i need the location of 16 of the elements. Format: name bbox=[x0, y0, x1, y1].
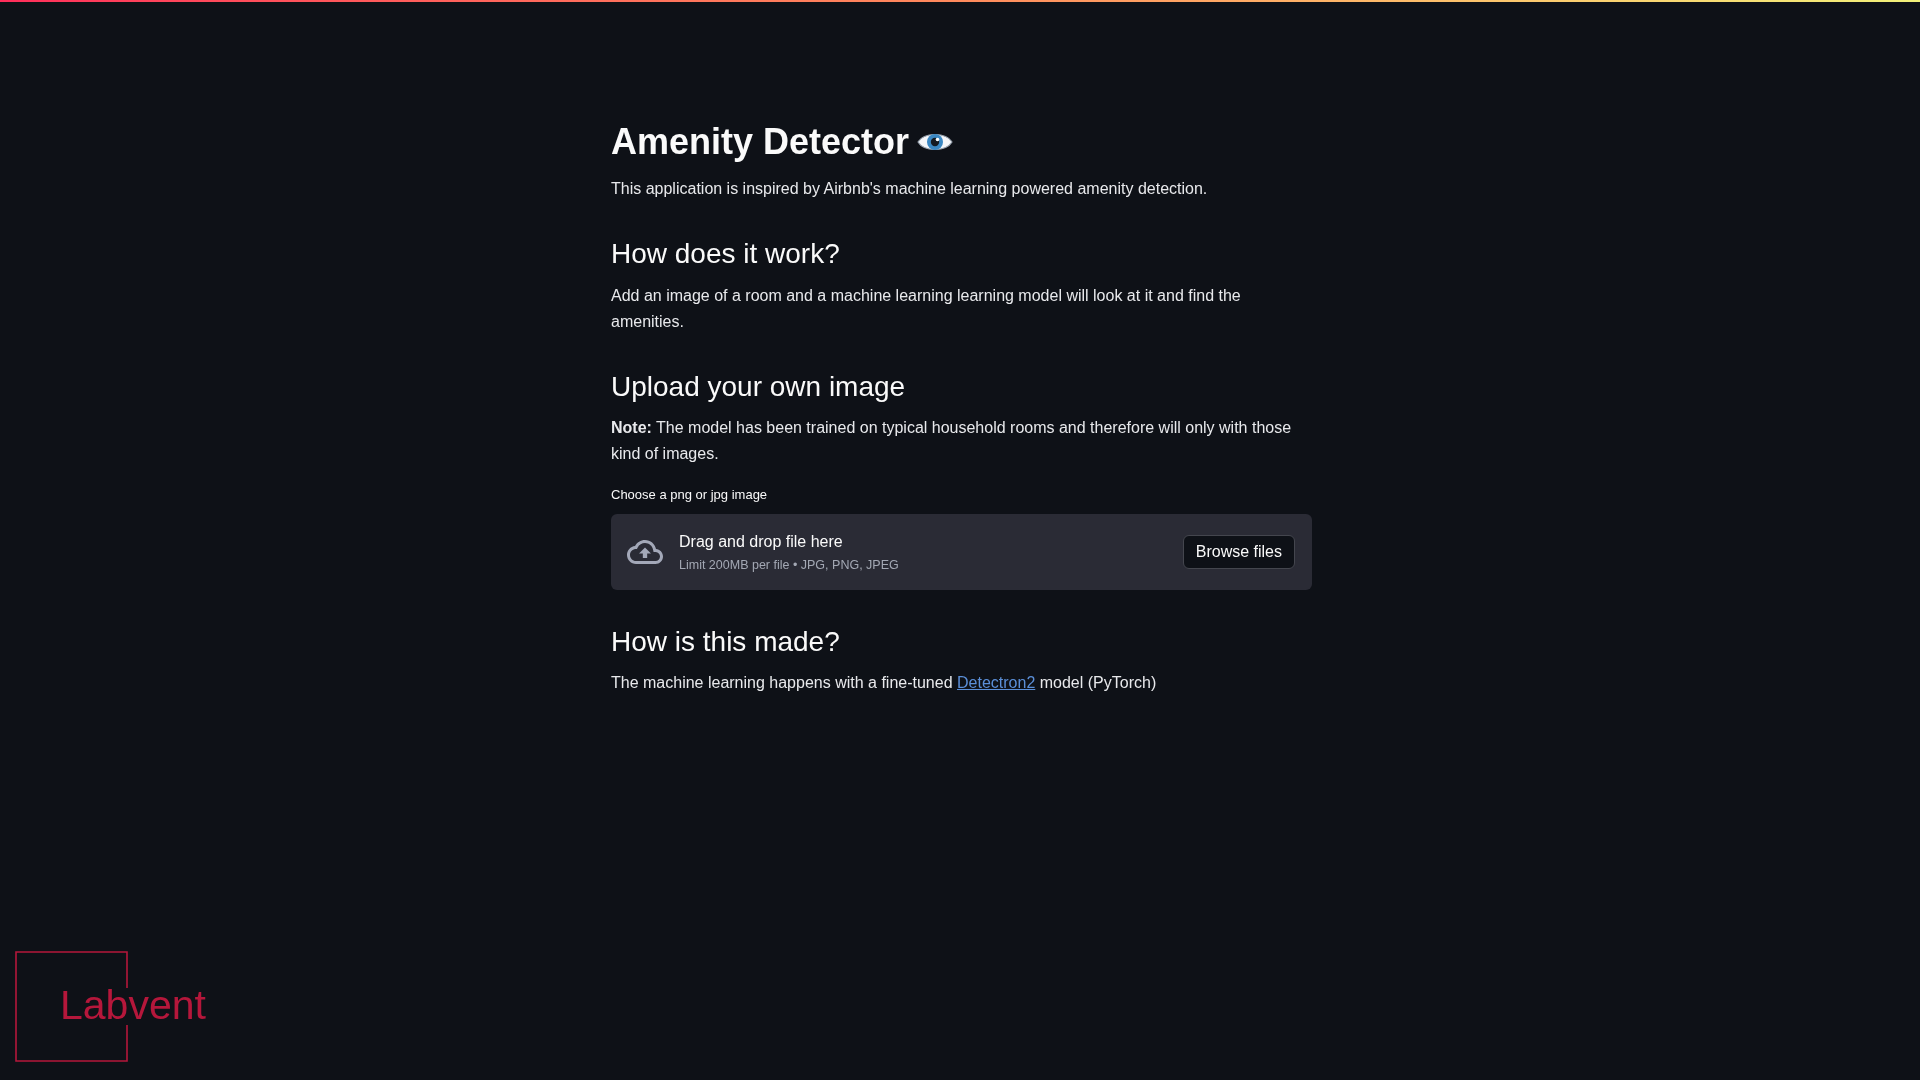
section-text: Add an image of a room and a machine learning learning model will look at it and find the amenities. bbox=[611, 286, 1242, 332]
section-heading: How does it work? bbox=[611, 237, 841, 271]
uploader-label: Choose a png or jpg image bbox=[611, 486, 769, 504]
page-title: Amenity Detector bbox=[611, 120, 910, 164]
browse-files-button[interactable]: Browse files bbox=[1182, 535, 1295, 569]
dropzone-instruction: Drag and drop file here bbox=[679, 531, 844, 552]
section-heading: Upload your own image bbox=[611, 370, 907, 404]
logo-text: Labvent bbox=[60, 985, 206, 1026]
cloud-upload-icon bbox=[627, 537, 663, 567]
file-limit-text: Limit 200MB per file • JPG, PNG, JPEG bbox=[679, 556, 899, 574]
note-text: Note: The model has been trained on typical household rooms and therefore will only with those kind of images. bbox=[611, 418, 1293, 464]
intro-text: This application is inspired by Airbnb's machine learning powered amenity detection. bbox=[611, 179, 1209, 199]
section-heading: How is this made? bbox=[611, 625, 841, 659]
detectron-link[interactable]: Detectron2 bbox=[957, 674, 1036, 691]
file-dropzone[interactable]: Drag and drop file here Limit 200MB per file • JPG, PNG, JPEG Browse files bbox=[611, 514, 1312, 590]
section-text: The machine learning happens with a fine-tuned Detectron2 model (PyTorch) bbox=[611, 673, 1158, 693]
